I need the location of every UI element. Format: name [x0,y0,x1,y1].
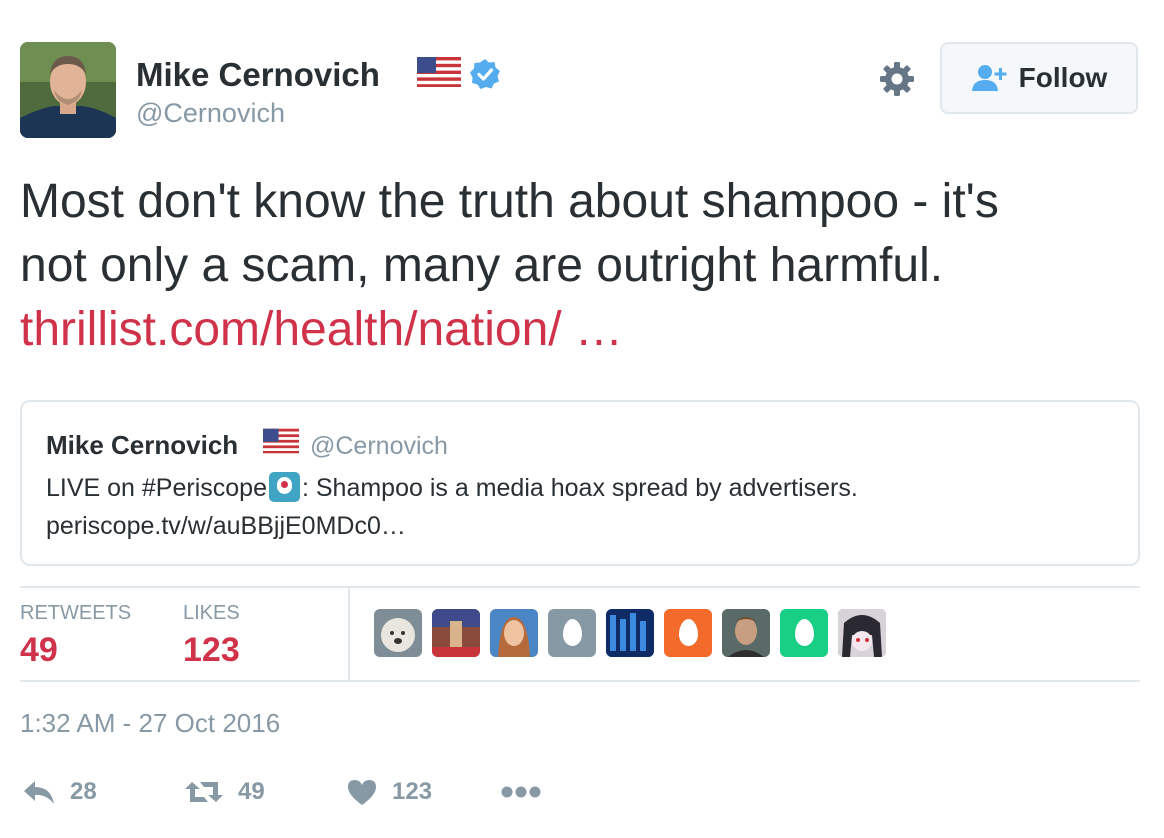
retweet-icon [185,782,223,802]
egg-icon [795,619,814,646]
periscope-icon [268,472,300,502]
more-button[interactable] [500,772,542,812]
liker-avatar-egg[interactable] [780,609,828,657]
quoted-link: periscope.tv/w/auBBjjE0MDc0… [46,512,406,540]
liker-avatars [374,609,886,657]
quoted-text-suffix: : Shampoo is a media hoax spread by adve… [301,474,858,502]
tweet-text-line: not only a scam, many are outright harmf… [20,239,944,292]
avatar[interactable] [20,42,116,138]
divider [20,586,1140,588]
reply-count: 28 [70,778,97,805]
display-name[interactable]: Mike Cernovich [136,56,380,94]
likes-count[interactable]: 123 [183,631,240,670]
retweets-label[interactable]: RETWEETS [20,602,131,625]
more-dots-icon [501,786,541,798]
gear-icon[interactable] [878,60,916,98]
liker-avatar-egg[interactable] [664,609,712,657]
reply-button[interactable]: 28 [22,772,97,812]
retweet-count: 49 [238,778,265,805]
heart-icon [348,780,376,805]
quoted-display-name: Mike Cernovich [46,430,239,460]
tweet-link[interactable]: thrillist.com/health/nation/ … [20,303,623,356]
liker-avatar[interactable] [374,609,422,657]
retweets-count[interactable]: 49 [20,631,58,670]
liker-avatar[interactable] [490,609,538,657]
liker-avatar-egg[interactable] [548,609,596,657]
retweet-button[interactable]: 49 [184,772,265,812]
liker-avatar[interactable] [432,609,480,657]
tweet-text: Most don't know the truth about shampoo … [20,170,1140,362]
egg-icon [563,619,582,646]
likes-label[interactable]: LIKES [183,602,240,625]
divider [20,680,1140,682]
quoted-handle: @Cernovich [310,432,448,460]
stats-divider [348,586,350,680]
verified-badge-icon [470,59,500,89]
tweet-timestamp[interactable]: 1:32 AM - 27 Oct 2016 [20,708,280,739]
avatar-photo [20,42,116,138]
follow-person-icon [971,65,1007,91]
user-handle[interactable]: @Cernovich [136,98,285,129]
tweet-text-line: Most don't know the truth about shampoo … [20,175,999,228]
quoted-text: LIVE on #Periscope : Shampoo is a media h… [46,472,858,503]
egg-icon [679,619,698,646]
reply-icon [24,781,54,804]
liker-avatar[interactable] [606,609,654,657]
us-flag-icon [417,57,461,87]
like-button[interactable]: 123 [346,772,432,812]
follow-button-label: Follow [1018,62,1108,93]
quoted-tweet[interactable]: Mike Cernovich @Cernovich LIVE on #Peris… [20,400,1140,566]
like-count: 123 [392,778,433,805]
liker-avatar[interactable] [722,609,770,657]
quoted-text-prefix: LIVE on #Periscope [46,474,267,502]
us-flag-icon [263,428,299,454]
liker-avatar[interactable] [838,609,886,657]
follow-button[interactable]: Follow [940,42,1138,114]
